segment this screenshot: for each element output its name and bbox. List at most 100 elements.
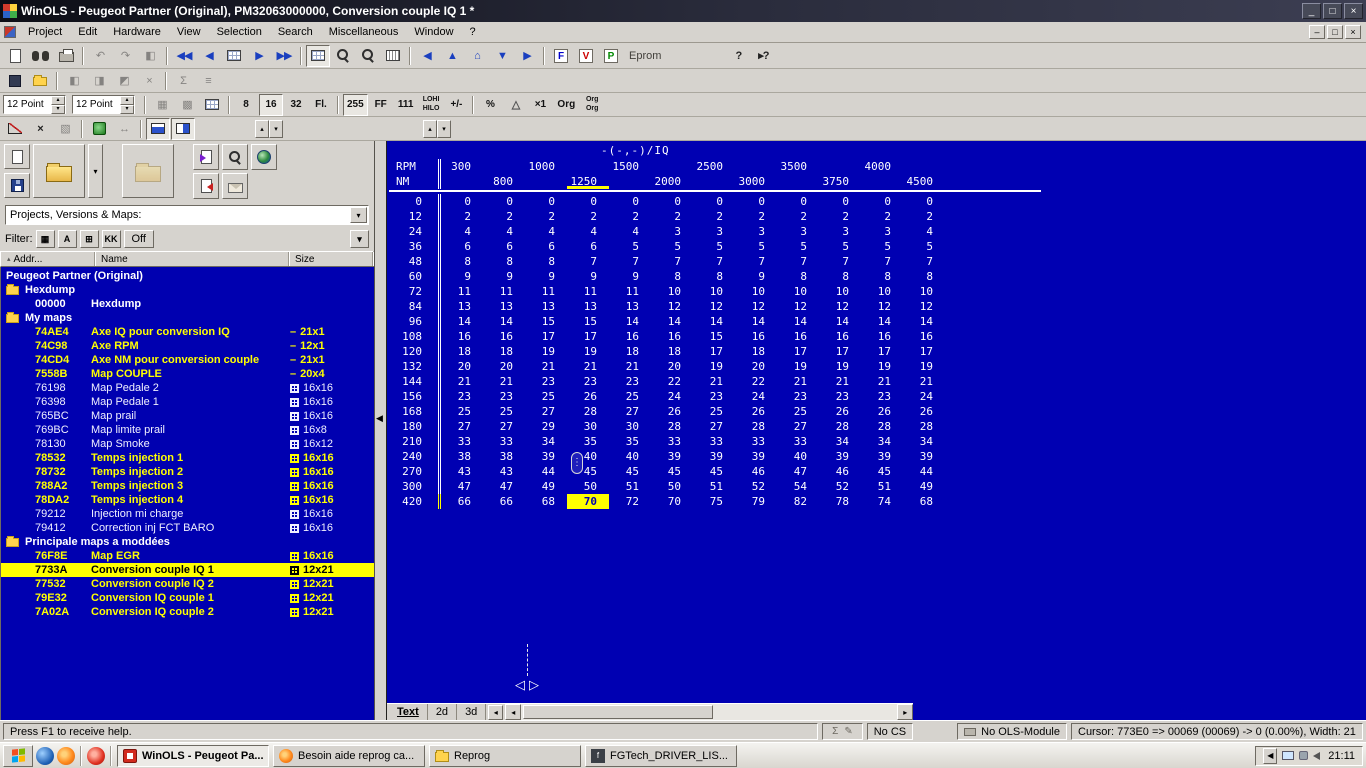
tree-row-74c98[interactable]: 74C98 Axe RPM –12x1	[1, 339, 374, 353]
map-cell-156-3500[interactable]: 23	[777, 389, 819, 404]
map-cell-144-3500[interactable]: 21	[777, 374, 819, 389]
tree-row-788a2[interactable]: 788A2 Temps injection 3 16x16	[1, 479, 374, 493]
map-cell-420-3750[interactable]: 78	[819, 494, 861, 509]
scrollbar-thumb[interactable]	[523, 705, 714, 719]
filter-group-button[interactable]: ⊞	[79, 230, 99, 248]
task-reprog[interactable]: Reprog	[429, 744, 581, 767]
map-cell-132-3500[interactable]: 19	[777, 359, 819, 374]
highlight-grid-button[interactable]	[200, 94, 224, 116]
map-cell-24-3000[interactable]: 3	[735, 224, 777, 239]
map-cell-300-2500[interactable]: 51	[693, 479, 735, 494]
col-width-spinner-up[interactable]: ▴	[120, 95, 134, 105]
percent-button[interactable]: %	[478, 94, 502, 116]
next-version-button[interactable]: ▶	[247, 45, 271, 67]
map-cell-420-2000[interactable]: 70	[651, 494, 693, 509]
menu-window[interactable]: Window	[406, 24, 461, 40]
map-cell-168-1500[interactable]: 27	[609, 404, 651, 419]
map-cell-0-4500[interactable]: 0	[903, 194, 945, 209]
menu-hardware[interactable]: Hardware	[105, 24, 169, 40]
view-selector-combobox[interactable]: Projects, Versions & Maps: ▾	[5, 205, 369, 225]
delete-selection-button[interactable]: ×	[28, 118, 52, 140]
map-cell-84-1250[interactable]: 13	[567, 299, 609, 314]
map-cell-72-3500[interactable]: 10	[777, 284, 819, 299]
map-cell-96-800[interactable]: 14	[483, 314, 525, 329]
map-cell-12-1000[interactable]: 2	[525, 209, 567, 224]
delete-map-button[interactable]: ×	[137, 70, 161, 92]
map-cell-60-3000[interactable]: 9	[735, 269, 777, 284]
map-cell-132-4000[interactable]: 19	[861, 359, 903, 374]
map-cell-120-2500[interactable]: 17	[693, 344, 735, 359]
web-update-button[interactable]	[251, 144, 277, 170]
map-cell-24-300[interactable]: 4	[441, 224, 483, 239]
map-cell-240-3000[interactable]: 39	[735, 449, 777, 464]
map-cell-36-3000[interactable]: 5	[735, 239, 777, 254]
tray-expand-button[interactable]: ◀	[1263, 747, 1278, 764]
map-cell-72-3000[interactable]: 10	[735, 284, 777, 299]
map-cell-420-1250[interactable]: 70	[567, 494, 609, 509]
map-cell-60-1500[interactable]: 9	[609, 269, 651, 284]
map-cell-210-3750[interactable]: 34	[819, 434, 861, 449]
map-cell-270-3000[interactable]: 46	[735, 464, 777, 479]
map-cell-24-800[interactable]: 4	[483, 224, 525, 239]
new-button[interactable]	[3, 45, 27, 67]
import-project-button[interactable]	[122, 144, 174, 198]
map-cell-168-1000[interactable]: 27	[525, 404, 567, 419]
map-cell-180-2500[interactable]: 27	[693, 419, 735, 434]
tree-row-78da2[interactable]: 78DA2 Temps injection 4 16x16	[1, 493, 374, 507]
map-cell-96-1250[interactable]: 15	[567, 314, 609, 329]
map-cell-12-3000[interactable]: 2	[735, 209, 777, 224]
map-cell-210-2000[interactable]: 33	[651, 434, 693, 449]
map-cell-132-3000[interactable]: 20	[735, 359, 777, 374]
map-cell-240-2000[interactable]: 39	[651, 449, 693, 464]
map-cell-108-2000[interactable]: 16	[651, 329, 693, 344]
map-cell-12-4500[interactable]: 2	[903, 209, 945, 224]
map-cell-168-3750[interactable]: 26	[819, 404, 861, 419]
map-cell-96-4500[interactable]: 14	[903, 314, 945, 329]
map-cell-0-3750[interactable]: 0	[819, 194, 861, 209]
tree-row-77532[interactable]: 77532 Conversion couple IQ 2 12x21	[1, 577, 374, 591]
maximize-button[interactable]: □	[1323, 3, 1342, 19]
menu-help[interactable]: ?	[462, 24, 484, 40]
map-cell-36-1500[interactable]: 5	[609, 239, 651, 254]
map-cell-210-1000[interactable]: 34	[525, 434, 567, 449]
map-cell-108-300[interactable]: 16	[441, 329, 483, 344]
map-cell-24-4500[interactable]: 4	[903, 224, 945, 239]
map-cell-72-4000[interactable]: 10	[861, 284, 903, 299]
map-cell-48-2000[interactable]: 7	[651, 254, 693, 269]
factor-button[interactable]: ×1	[528, 94, 552, 116]
filter-more-dropdown[interactable]: ▾	[350, 230, 369, 248]
menu-view[interactable]: View	[169, 24, 209, 40]
map-cell-180-3500[interactable]: 27	[777, 419, 819, 434]
map-cell-180-3750[interactable]: 28	[819, 419, 861, 434]
window-list-button[interactable]	[306, 44, 330, 67]
map-cell-144-3000[interactable]: 22	[735, 374, 777, 389]
map-cell-12-300[interactable]: 2	[441, 209, 483, 224]
map-cell-96-2000[interactable]: 14	[651, 314, 693, 329]
redo-button[interactable]: ↷	[113, 45, 137, 67]
map-cell-144-2500[interactable]: 21	[693, 374, 735, 389]
map-cell-210-4000[interactable]: 34	[861, 434, 903, 449]
map-cell-72-2000[interactable]: 10	[651, 284, 693, 299]
map-cell-300-800[interactable]: 47	[483, 479, 525, 494]
tab-2d[interactable]: 2d	[428, 704, 458, 720]
column-header-name[interactable]: Name	[95, 252, 289, 266]
map-cell-210-4500[interactable]: 34	[903, 434, 945, 449]
copy-button[interactable]: ◧	[138, 45, 162, 67]
map-cell-180-4500[interactable]: 28	[903, 419, 945, 434]
map-cell-132-1250[interactable]: 21	[567, 359, 609, 374]
horizontal-scrollbar[interactable]: ◂ ▸	[505, 703, 914, 720]
map-cell-420-300[interactable]: 66	[441, 494, 483, 509]
device-tray-icon[interactable]	[1299, 751, 1309, 760]
map-cell-24-1250[interactable]: 4	[567, 224, 609, 239]
map-cell-180-4000[interactable]: 28	[861, 419, 903, 434]
map-cell-420-3500[interactable]: 82	[777, 494, 819, 509]
map-cell-36-300[interactable]: 6	[441, 239, 483, 254]
tree-row-hexdump[interactable]: Hexdump	[1, 283, 374, 297]
column-header-addr[interactable]: ▴ Addr...	[1, 252, 95, 266]
tree-row-769bc[interactable]: 769BC Map limite prail 16x8	[1, 423, 374, 437]
map-cell-120-1500[interactable]: 18	[609, 344, 651, 359]
copy-map-button[interactable]: ◨	[87, 70, 111, 92]
tab-scroll-left-button[interactable]: ◂	[488, 704, 504, 720]
map-cell-12-3750[interactable]: 2	[819, 209, 861, 224]
map-cell-180-800[interactable]: 27	[483, 419, 525, 434]
